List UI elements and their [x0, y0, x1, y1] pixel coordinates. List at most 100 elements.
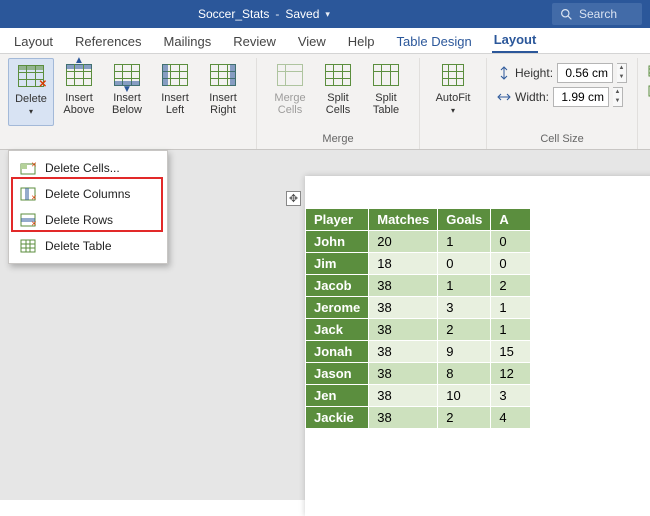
search-box[interactable]: Search — [552, 3, 642, 25]
height-spinner[interactable]: ▲▼ — [617, 63, 627, 83]
delete-cells-icon: ✕ — [19, 160, 37, 176]
document-title: Soccer_Stats — [198, 7, 269, 21]
title-bar: Soccer_Stats - Saved ▾ Search — [0, 0, 650, 28]
tab-table-design[interactable]: Table Design — [395, 30, 474, 53]
cell-goals[interactable]: 2 — [438, 407, 491, 429]
cell-matches[interactable]: 38 — [369, 297, 438, 319]
cell-player[interactable]: Jack — [306, 319, 369, 341]
insert-right-button[interactable]: Insert Right — [200, 58, 246, 126]
table-row[interactable]: Jen38103 — [306, 385, 531, 407]
cell-matches[interactable]: 38 — [369, 341, 438, 363]
cell-player[interactable]: John — [306, 231, 369, 253]
table-row[interactable]: Jim1800 — [306, 253, 531, 275]
table-row[interactable]: Jerome3831 — [306, 297, 531, 319]
split-table-button[interactable]: Split Table — [363, 58, 409, 126]
grid-delete-icon: ✕ — [16, 61, 46, 91]
tab-mailings[interactable]: Mailings — [162, 30, 214, 53]
cell-player[interactable]: Jason — [306, 363, 369, 385]
cell-player[interactable]: Jonah — [306, 341, 369, 363]
merge-cells-button: Merge Cells — [267, 58, 313, 126]
cell-goals[interactable]: 1 — [438, 275, 491, 297]
cell-assists[interactable]: 0 — [491, 253, 531, 275]
header-matches[interactable]: Matches — [369, 209, 438, 231]
cell-matches[interactable]: 38 — [369, 275, 438, 297]
cell-size-group-label: Cell Size — [497, 131, 627, 147]
split-cells-button[interactable]: Split Cells — [315, 58, 361, 126]
cell-goals[interactable]: 1 — [438, 231, 491, 253]
cell-player[interactable]: Jackie — [306, 407, 369, 429]
cell-assists[interactable]: 4 — [491, 407, 531, 429]
tab-layout[interactable]: Layout — [12, 30, 55, 53]
height-row: Height: 0.56 cm ▲▼ — [497, 62, 627, 84]
delete-dropdown-menu: ✕ Delete Cells... ✕ Delete Columns ✕ Del… — [8, 150, 168, 264]
width-input[interactable]: 1.99 cm — [553, 87, 609, 107]
delete-button[interactable]: ✕ Delete▾ — [8, 58, 54, 126]
insert-above-button[interactable]: ▲ Insert Above — [56, 58, 102, 126]
height-icon — [497, 66, 511, 80]
cell-assists[interactable]: 1 — [491, 297, 531, 319]
tab-help[interactable]: Help — [346, 30, 377, 53]
delete-table-icon — [19, 238, 37, 254]
table-move-handle-icon[interactable]: ✥ — [286, 191, 301, 206]
svg-text:✕: ✕ — [31, 195, 36, 201]
cell-goals[interactable]: 10 — [438, 385, 491, 407]
cell-assists[interactable]: 2 — [491, 275, 531, 297]
cell-goals[interactable]: 9 — [438, 341, 491, 363]
menu-delete-table[interactable]: Delete Table — [11, 233, 165, 259]
tab-table-layout[interactable]: Layout — [492, 28, 539, 53]
menu-delete-cells[interactable]: ✕ Delete Cells... — [11, 155, 165, 181]
cell-goals[interactable]: 0 — [438, 253, 491, 275]
split-table-icon — [371, 60, 401, 90]
delete-rows-icon: ✕ — [19, 212, 37, 228]
cell-matches[interactable]: 38 — [369, 407, 438, 429]
cell-player[interactable]: Jen — [306, 385, 369, 407]
table-row[interactable]: Jack3821 — [306, 319, 531, 341]
cell-matches[interactable]: 38 — [369, 319, 438, 341]
cell-matches[interactable]: 20 — [369, 231, 438, 253]
table-row[interactable]: Jacob3812 — [306, 275, 531, 297]
width-label: Width: — [515, 90, 549, 104]
table-row[interactable]: John2010 — [306, 231, 531, 253]
table-row[interactable]: Jason38812 — [306, 363, 531, 385]
tab-view[interactable]: View — [296, 30, 328, 53]
autofit-button[interactable]: AutoFit▾ — [430, 58, 476, 126]
height-input[interactable]: 0.56 cm — [557, 63, 613, 83]
tab-review[interactable]: Review — [231, 30, 278, 53]
menu-delete-rows[interactable]: ✕ Delete Rows — [11, 207, 165, 233]
merge-cells-icon — [275, 60, 305, 90]
table-header-row: Player Matches Goals A — [306, 209, 531, 231]
autofit-icon — [438, 60, 468, 90]
table-row[interactable]: Jackie3824 — [306, 407, 531, 429]
cell-assists[interactable]: 1 — [491, 319, 531, 341]
grid-insert-below-icon: ▼ — [112, 60, 142, 90]
width-icon — [497, 90, 511, 104]
insert-below-button[interactable]: ▼ Insert Below — [104, 58, 150, 126]
insert-left-button[interactable]: Insert Left — [152, 58, 198, 126]
height-label: Height: — [515, 66, 553, 80]
cell-assists[interactable]: 12 — [491, 363, 531, 385]
cell-player[interactable]: Jacob — [306, 275, 369, 297]
cell-player[interactable]: Jim — [306, 253, 369, 275]
cell-assists[interactable]: 15 — [491, 341, 531, 363]
soccer-stats-table[interactable]: Player Matches Goals A John2010Jim1800Ja… — [305, 208, 531, 429]
header-player[interactable]: Player — [306, 209, 369, 231]
cell-goals[interactable]: 2 — [438, 319, 491, 341]
header-goals[interactable]: Goals — [438, 209, 491, 231]
cell-assists[interactable]: 0 — [491, 231, 531, 253]
chevron-down-icon[interactable]: ▾ — [325, 9, 330, 20]
cell-matches[interactable]: 18 — [369, 253, 438, 275]
cell-goals[interactable]: 8 — [438, 363, 491, 385]
cell-matches[interactable]: 38 — [369, 385, 438, 407]
grid-insert-left-icon — [160, 60, 190, 90]
cell-assists[interactable]: 3 — [491, 385, 531, 407]
cell-matches[interactable]: 38 — [369, 363, 438, 385]
header-assists[interactable]: A — [491, 209, 531, 231]
menu-delete-columns[interactable]: ✕ Delete Columns — [11, 181, 165, 207]
cell-player[interactable]: Jerome — [306, 297, 369, 319]
table-row[interactable]: Jonah38915 — [306, 341, 531, 363]
svg-text:✕: ✕ — [31, 221, 36, 227]
cell-goals[interactable]: 3 — [438, 297, 491, 319]
tab-references[interactable]: References — [73, 30, 143, 53]
width-spinner[interactable]: ▲▼ — [613, 87, 623, 107]
merge-group-label: Merge — [267, 131, 409, 147]
